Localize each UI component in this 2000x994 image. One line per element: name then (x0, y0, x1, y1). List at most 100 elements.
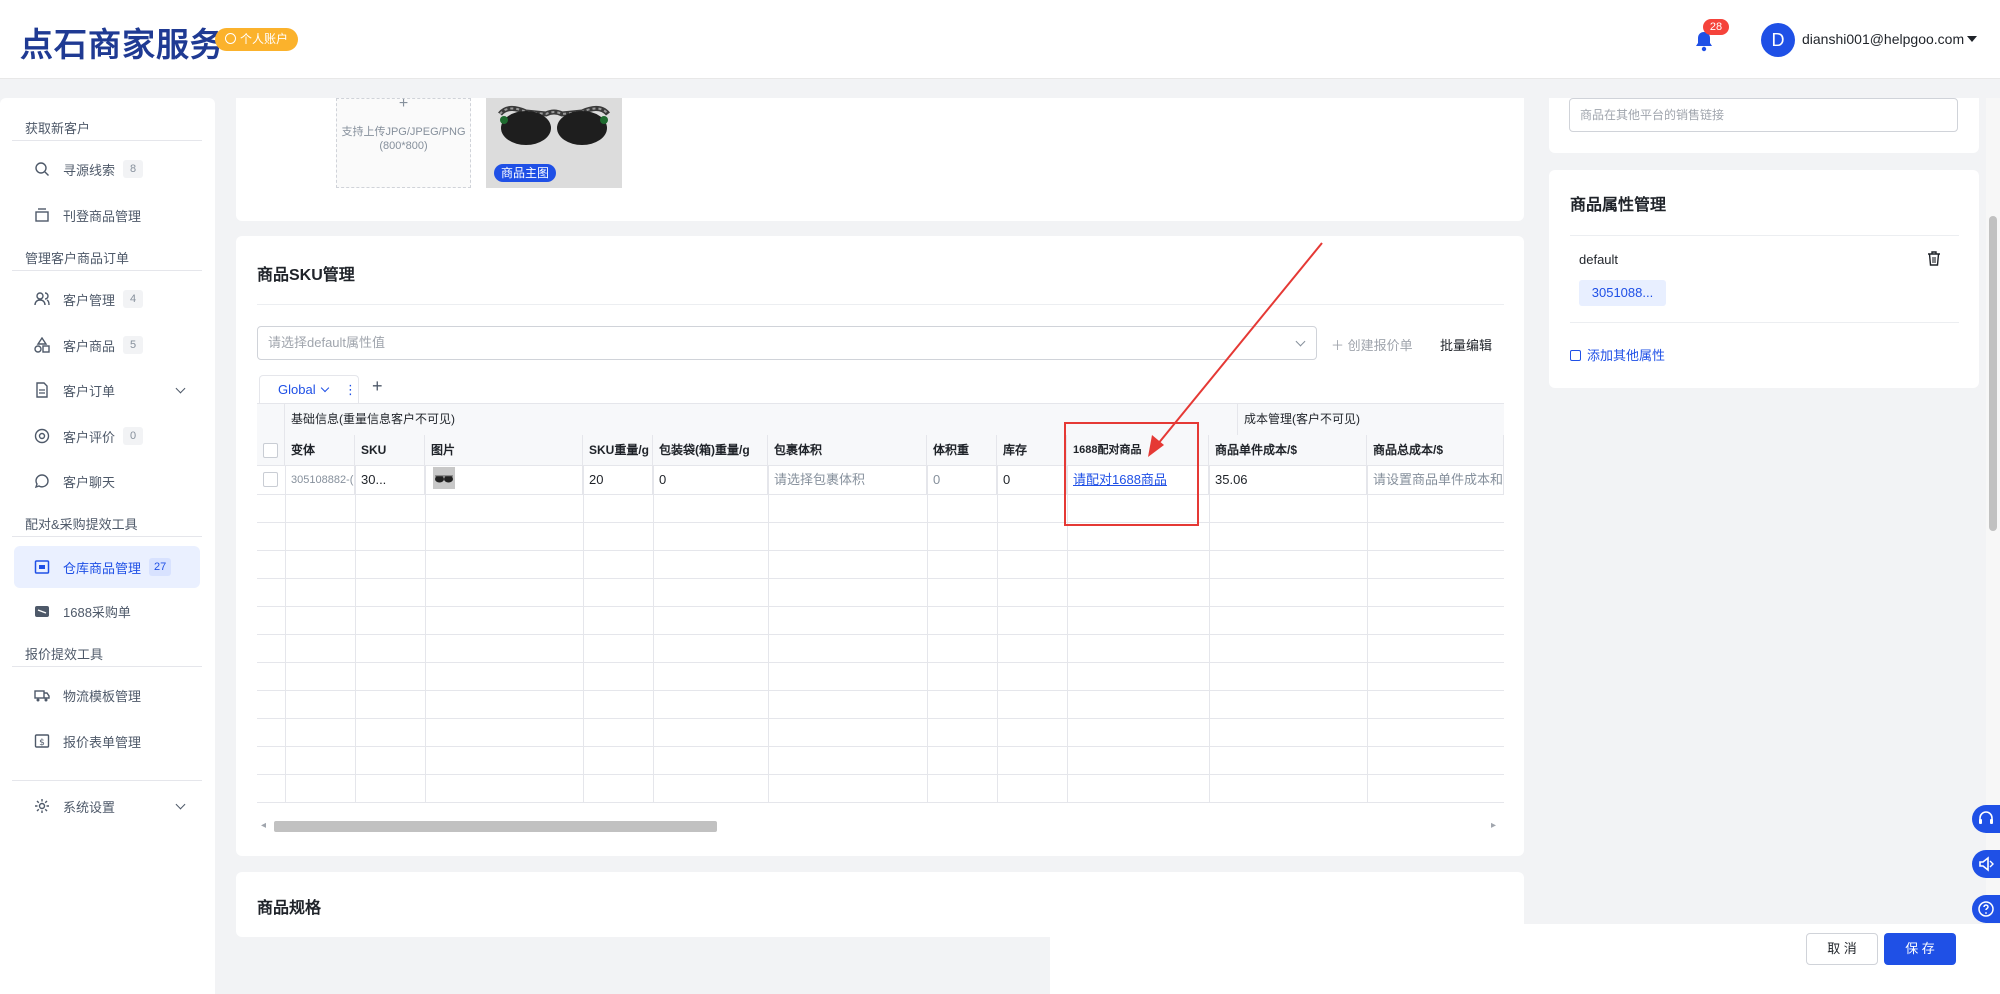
chevron-down-icon[interactable] (175, 799, 186, 810)
dollar-form-icon: $ (34, 734, 50, 748)
cancel-button[interactable]: 取 消 (1806, 933, 1878, 965)
sidebar-item-customers[interactable]: 客户管理 4 (14, 278, 200, 320)
vertical-scrollbar[interactable] (1986, 98, 2000, 924)
avatar[interactable]: D (1761, 23, 1795, 57)
account-type-badge[interactable]: 个人账户 (215, 28, 299, 51)
purchase-icon (35, 606, 49, 617)
sku-section-title: 商品SKU管理 (257, 267, 355, 284)
count-badge: 5 (123, 336, 144, 354)
cell-sku[interactable]: 30... (355, 466, 425, 494)
scroll-left-icon[interactable]: ◂ (261, 820, 266, 831)
brand-logo[interactable]: 点石商家服务 (20, 18, 224, 66)
column-header: SKU重量/g (583, 435, 653, 466)
speaker-icon (1979, 856, 1994, 872)
row-checkbox[interactable] (263, 472, 278, 487)
column-header: 商品总成本/$ (1367, 435, 1504, 466)
sales-link-input[interactable]: 商品在其他平台的销售链接 (1569, 98, 1958, 132)
count-badge: 27 (149, 558, 172, 576)
cell-unit-cost[interactable]: 35.06 (1209, 466, 1367, 494)
attribute-select-placeholder: 请选择default属性值 (268, 335, 386, 350)
table-row-divider (257, 802, 1504, 803)
help-button[interactable] (1972, 895, 2000, 923)
announcement-button[interactable] (1972, 850, 2000, 878)
scrollbar-thumb[interactable] (274, 821, 717, 832)
cell-total-cost: 请设置商品单件成本和库 (1367, 466, 1504, 494)
table-row-divider (257, 606, 1504, 607)
sidebar-item-system-settings[interactable]: 系统设置 (14, 785, 200, 827)
sidebar-item-quote-forms[interactable]: $ 报价表单管理 (14, 720, 200, 762)
sidebar-section-title: 获取新客户 (25, 121, 91, 136)
sidebar-section-title: 配对&采购提效工具 (25, 517, 138, 532)
chevron-down-icon[interactable] (320, 383, 329, 393)
listing-icon (35, 208, 49, 222)
sidebar-item-1688-purchase-orders[interactable]: 1688采购单 (14, 590, 200, 632)
cell-sku-weight[interactable]: 20 (583, 466, 653, 494)
sidebar-section-title: 报价提效工具 (25, 647, 104, 662)
sidebar-item-label: 物流模板管理 (63, 688, 142, 704)
save-button[interactable]: 保 存 (1884, 933, 1956, 965)
sidebar-item-label: 客户订单 (63, 383, 116, 399)
count-badge: 0 (123, 427, 144, 445)
sku-thumbnail (433, 467, 455, 489)
chevron-down-icon[interactable] (175, 383, 186, 394)
table-row-divider (257, 522, 1504, 523)
divider (1570, 322, 1959, 323)
scrollbar-thumb[interactable] (1989, 216, 1997, 531)
shapes-icon (34, 337, 50, 353)
attribute-value-chip[interactable]: 3051088... (1579, 280, 1666, 306)
table-row-divider (257, 718, 1504, 719)
add-attribute-button[interactable]: 添加其他属性 (1570, 345, 1665, 364)
column-header: 体积重 (927, 435, 997, 466)
search-source-icon (35, 162, 49, 176)
sidebar-item-customer-products[interactable]: 客户商品 5 (14, 324, 200, 366)
sidebar-item-warehouse-products[interactable]: 仓库商品管理 27 (14, 546, 200, 588)
more-icon[interactable]: ⋮ (344, 376, 357, 404)
create-quote-button[interactable]: ＋ 创建报价单 (1331, 335, 1413, 354)
column-header: SKU (355, 435, 425, 466)
cell-volume-weight: 0 (927, 466, 997, 494)
divider (12, 536, 202, 537)
warehouse-icon (34, 560, 50, 574)
gear-icon (35, 799, 49, 813)
sidebar-item-customer-chat[interactable]: 客户聊天 (14, 460, 200, 502)
sidebar-item-label: 系统设置 (63, 799, 116, 815)
tab-global[interactable]: Global ⋮ (259, 375, 359, 403)
customer-service-button[interactable] (1972, 805, 2000, 833)
scroll-right-icon[interactable]: ▸ (1491, 820, 1496, 831)
caret-down-icon[interactable] (1967, 36, 1977, 42)
image-upload-box[interactable]: + 支持上传JPG/JPEG/PNG (800*800) (336, 96, 471, 188)
column-header: 图片 (425, 435, 583, 466)
sidebar-item-label: 客户评价 (63, 429, 116, 445)
cell-package-weight[interactable]: 0 (653, 466, 768, 494)
sidebar: 获取新客户 寻源线索 8 刊登商品管理 管理客户商品订单 客户管理 4 客户商品… (0, 98, 215, 994)
table-row-divider (257, 746, 1504, 747)
annotation-arrow-icon (1148, 242, 1323, 457)
sidebar-item-customer-reviews[interactable]: 客户评价 0 (14, 415, 200, 457)
attribute-name: default (1579, 252, 1619, 267)
select-all-checkbox[interactable] (263, 443, 278, 458)
table-row-divider (257, 578, 1504, 579)
add-tab-button[interactable]: + (372, 376, 383, 397)
count-badge: 4 (123, 290, 144, 308)
spec-section-title: 商品规格 (257, 900, 322, 917)
user-icon (225, 33, 236, 44)
chat-icon (34, 474, 49, 489)
cell-package-volume[interactable]: 请选择包裹体积 (768, 466, 927, 494)
cell-variant: 305108882-( (285, 466, 355, 494)
main-product-image[interactable]: 商品主图 (486, 98, 622, 188)
main-image-tag: 商品主图 (494, 164, 557, 182)
sidebar-item-label: 客户管理 (63, 292, 116, 308)
cell-stock[interactable]: 0 (997, 466, 1067, 494)
sidebar-item-listing-management[interactable]: 刊登商品管理 (14, 194, 200, 236)
column-header: 变体 (285, 435, 355, 466)
review-icon (34, 428, 50, 444)
sidebar-item-customer-orders[interactable]: 客户订单 (14, 369, 200, 411)
document-icon (36, 382, 48, 398)
column-header: 库存 (997, 435, 1067, 466)
horizontal-scrollbar[interactable]: ◂ ▸ (257, 818, 1504, 834)
batch-edit-button[interactable]: 批量编辑 (1440, 335, 1492, 354)
sidebar-item-sourcing-leads[interactable]: 寻源线索 8 (14, 148, 200, 190)
user-email[interactable]: dianshi001@helpgoo.com (1802, 31, 1964, 47)
trash-icon[interactable] (1927, 251, 1941, 266)
sidebar-item-logistics-templates[interactable]: 物流模板管理 (14, 674, 200, 716)
